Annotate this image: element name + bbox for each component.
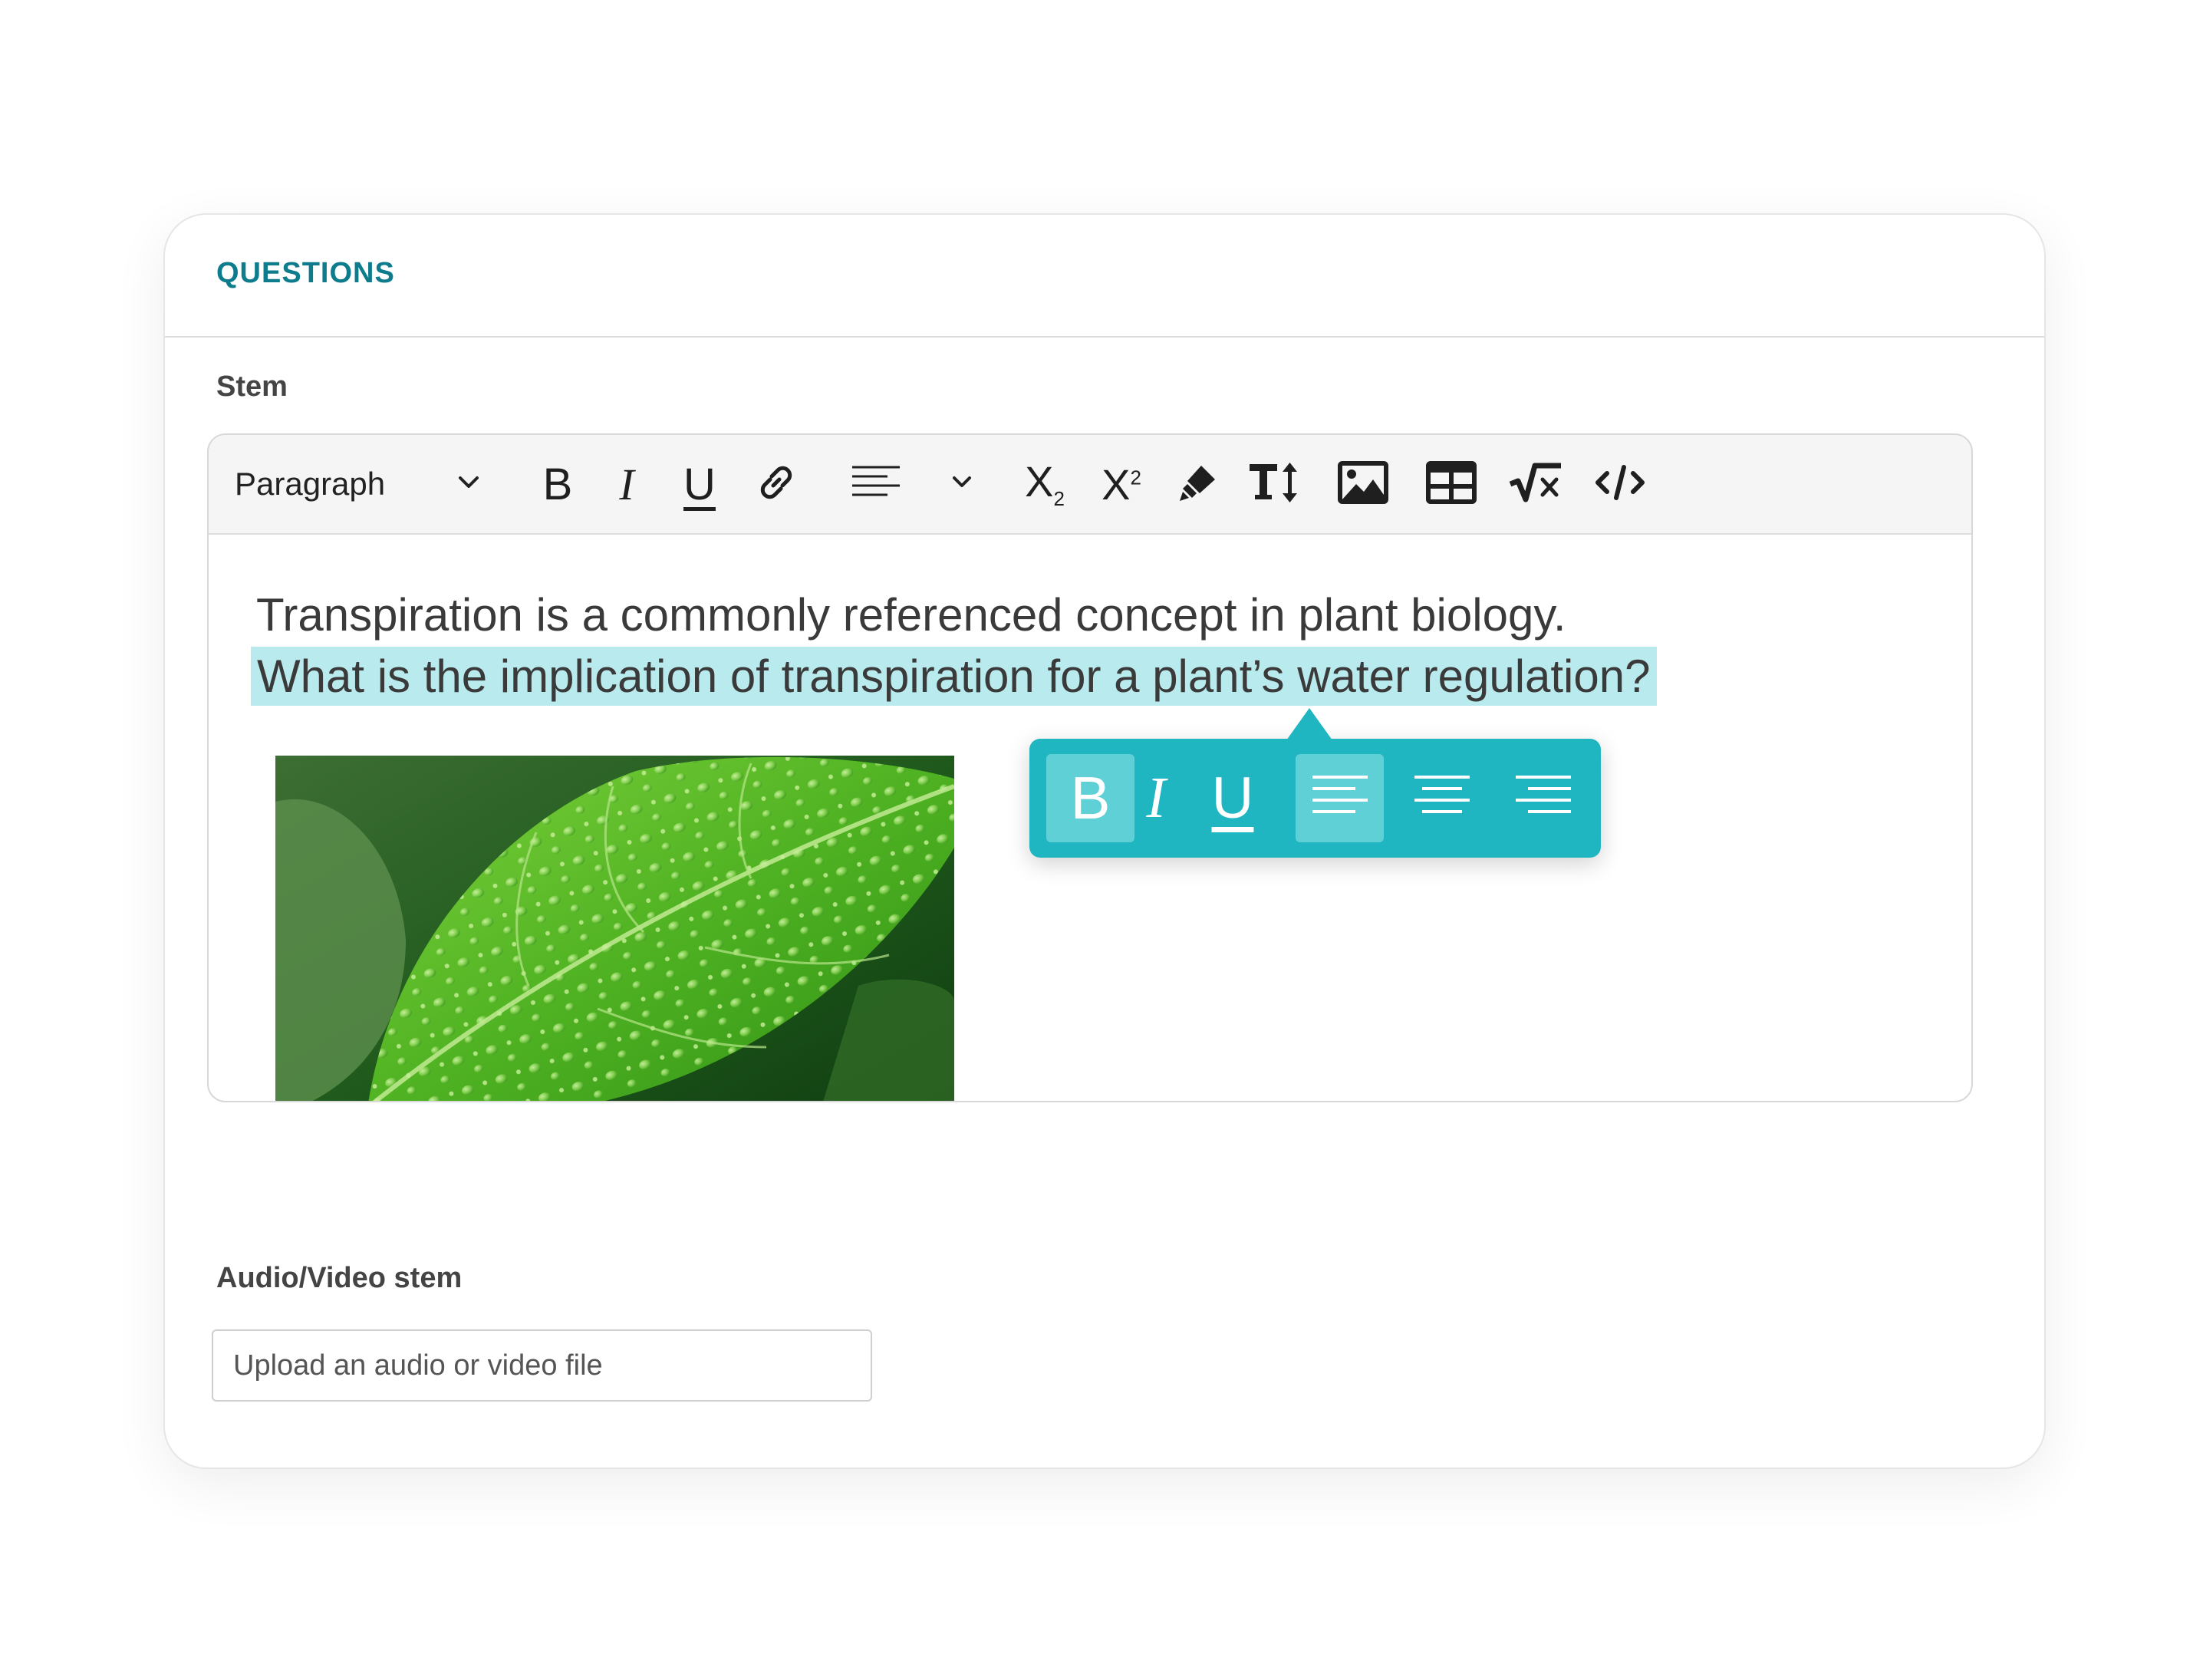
- stem-text-line[interactable]: Transpiration is a commonly referenced c…: [256, 588, 1566, 641]
- text-size-button[interactable]: [1240, 452, 1309, 516]
- underline-icon: U: [1211, 766, 1254, 831]
- popover-align-right-button[interactable]: [1499, 754, 1587, 842]
- image-icon: [1338, 460, 1388, 508]
- align-right-icon: [1513, 769, 1574, 827]
- superscript-button[interactable]: X2: [1091, 452, 1152, 516]
- popover-bold-button[interactable]: B: [1046, 754, 1134, 842]
- popover-align-left-button[interactable]: [1296, 754, 1384, 842]
- leaf-image: [275, 756, 954, 1101]
- selected-stem-text[interactable]: What is the implication of transpiration…: [251, 647, 1657, 706]
- editor-content[interactable]: Transpiration is a commonly referenced c…: [209, 533, 1971, 1101]
- insert-image-button[interactable]: [1329, 452, 1398, 516]
- align-left-icon: [849, 461, 903, 508]
- bold-button[interactable]: B: [531, 452, 585, 516]
- subscript-icon: X2: [1025, 457, 1065, 511]
- text-size-icon: [1248, 461, 1302, 508]
- rich-text-editor[interactable]: Paragraph B I U X2 X2 Transpiration is a…: [207, 433, 1973, 1102]
- align-center-icon: [1411, 769, 1473, 827]
- alignment-dropdown[interactable]: [849, 452, 972, 516]
- underline-button[interactable]: U: [673, 452, 726, 516]
- code-view-button[interactable]: [1586, 452, 1655, 516]
- subscript-button[interactable]: X2: [1014, 452, 1075, 516]
- section-title: QUESTIONS: [216, 257, 395, 289]
- audio-video-upload-input[interactable]: [212, 1329, 872, 1402]
- popover-align-center-button[interactable]: [1398, 754, 1486, 842]
- align-left-icon: [1309, 769, 1371, 827]
- math-formula-button[interactable]: [1501, 452, 1570, 516]
- popover-italic-button[interactable]: I: [1125, 754, 1187, 842]
- questions-card: QUESTIONS Stem Paragraph B I U X2 X2 Tra…: [163, 213, 2046, 1469]
- audio-video-stem-label: Audio/Video stem: [216, 1262, 463, 1294]
- italic-icon: I: [1146, 766, 1166, 830]
- link-icon: [755, 461, 798, 508]
- link-button[interactable]: [746, 452, 807, 516]
- superscript-icon: X2: [1102, 460, 1141, 509]
- paragraph-format-select[interactable]: Paragraph: [235, 452, 480, 516]
- underline-icon: U: [683, 459, 716, 509]
- code-icon: [1593, 461, 1647, 508]
- editor-toolbar: Paragraph B I U X2 X2: [209, 435, 1971, 535]
- italic-button[interactable]: I: [600, 452, 654, 516]
- math-formula-icon: [1509, 461, 1563, 508]
- card-header: QUESTIONS: [165, 215, 2044, 338]
- bold-icon: B: [1070, 764, 1111, 832]
- highlight-button[interactable]: [1167, 452, 1229, 516]
- popover-underline-button[interactable]: U: [1194, 754, 1271, 842]
- highlighter-icon: [1177, 461, 1220, 508]
- chevron-down-icon: [952, 476, 972, 493]
- inline-format-popover: B I U: [1029, 708, 1601, 858]
- table-icon: [1426, 460, 1477, 508]
- stem-label: Stem: [216, 371, 288, 403]
- insert-table-button[interactable]: [1417, 452, 1486, 516]
- paragraph-format-label: Paragraph: [235, 466, 386, 502]
- italic-icon: I: [619, 459, 634, 509]
- bold-icon: B: [542, 459, 573, 509]
- chevron-down-icon: [457, 475, 480, 494]
